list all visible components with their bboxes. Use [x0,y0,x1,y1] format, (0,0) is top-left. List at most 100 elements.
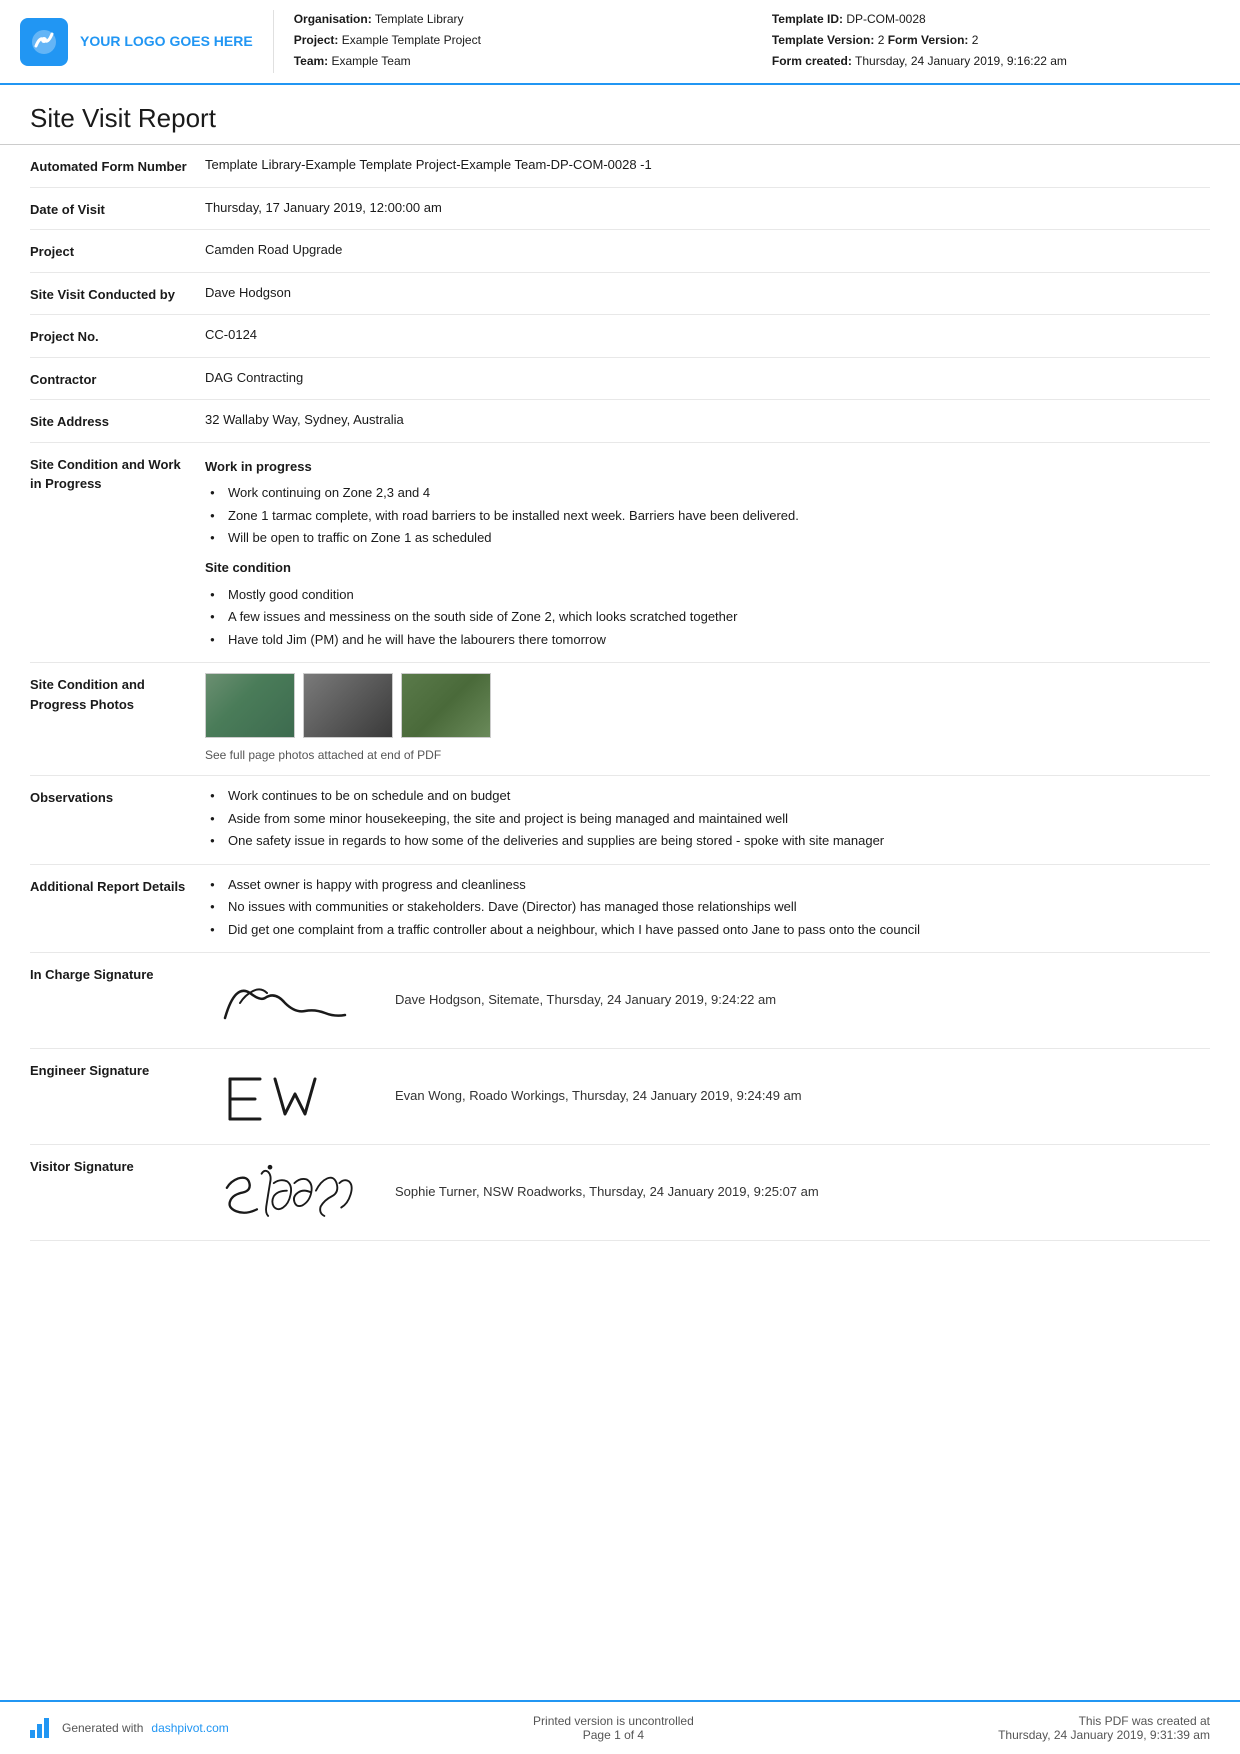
work-item-1: Work continuing on Zone 2,3 and 4 [210,483,1210,503]
site-address-value: 32 Wallaby Way, Sydney, Australia [205,410,1210,431]
engineer-signature-area: Evan Wong, Roado Workings, Thursday, 24 … [205,1059,1210,1134]
photos-row: Site Condition and Progress Photos See f… [30,663,1210,776]
header: YOUR LOGO GOES HERE Organisation: Templa… [0,0,1240,85]
site-condition-item-2: A few issues and messiness on the south … [210,607,1210,627]
footer-left: Generated with dashpivot.com [30,1718,229,1738]
engineer-signature-image [205,1059,365,1134]
footer-right: This PDF was created at Thursday, 24 Jan… [998,1714,1210,1742]
observations-list: Work continues to be on schedule and on … [205,786,1210,851]
observations-row: Observations Work continues to be on sch… [30,776,1210,865]
project-value: Camden Road Upgrade [205,240,1210,261]
site-condition-row: Site Condition and Work in Progress Work… [30,443,1210,664]
work-item-3: Will be open to traffic on Zone 1 as sch… [210,528,1210,548]
project-row: Project Camden Road Upgrade [30,230,1210,273]
page-title-section: Site Visit Report [0,85,1240,145]
visitor-signature-row: Visitor Signature [30,1145,1210,1241]
contractor-row: Contractor DAG Contracting [30,358,1210,401]
logo-text: YOUR LOGO GOES HERE [80,32,253,50]
logo-icon [20,18,68,66]
pdf-created-label: This PDF was created at [998,1714,1210,1728]
site-visit-conducted-row: Site Visit Conducted by Dave Hodgson [30,273,1210,316]
dashpivot-logo-icon [30,1718,54,1738]
photo-thumb-2 [303,673,393,738]
engineer-signature-label: Engineer Signature [30,1059,205,1081]
observation-item-3: One safety issue in regards to how some … [210,831,1210,851]
site-condition-heading: Site condition [205,558,1210,579]
generated-text: Generated with [62,1721,143,1735]
site-condition-value: Work in progress Work continuing on Zone… [205,453,1210,653]
automated-form-number-row: Automated Form Number Template Library-E… [30,145,1210,188]
footer: Generated with dashpivot.com Printed ver… [0,1700,1240,1754]
visitor-signature-value: Sophie Turner, NSW Roadworks, Thursday, … [205,1155,1210,1230]
engineer-signature-value: Evan Wong, Roado Workings, Thursday, 24 … [205,1059,1210,1134]
project-line: Project: Example Template Project [294,31,732,49]
page-title: Site Visit Report [30,103,1210,134]
photo-thumb-1 [205,673,295,738]
visitor-signature-image [205,1155,365,1230]
in-charge-signature-row: In Charge Signature Dave Hodgson, Sitema… [30,953,1210,1049]
pdf-created-value: Thursday, 24 January 2019, 9:31:39 am [998,1728,1210,1742]
work-item-2: Zone 1 tarmac complete, with road barrie… [210,506,1210,526]
site-visit-conducted-label: Site Visit Conducted by [30,283,205,305]
date-of-visit-value: Thursday, 17 January 2019, 12:00:00 am [205,198,1210,219]
in-charge-signature-image [205,963,365,1038]
work-in-progress-heading: Work in progress [205,457,1210,478]
in-charge-signature-label: In Charge Signature [30,963,205,985]
header-meta: Organisation: Template Library Project: … [273,10,1210,73]
in-charge-signature-text: Dave Hodgson, Sitemate, Thursday, 24 Jan… [395,990,1210,1011]
photos-caption: See full page photos attached at end of … [205,746,1210,765]
contractor-label: Contractor [30,368,205,390]
date-of-visit-row: Date of Visit Thursday, 17 January 2019,… [30,188,1210,231]
in-charge-signature-area: Dave Hodgson, Sitemate, Thursday, 24 Jan… [205,963,1210,1038]
photos-thumbnails [205,673,1210,738]
project-no-value: CC-0124 [205,325,1210,346]
contractor-value: DAG Contracting [205,368,1210,389]
header-col-left: Organisation: Template Library Project: … [294,10,732,73]
project-label: Project [30,240,205,262]
site-condition-item-3: Have told Jim (PM) and he will have the … [210,630,1210,650]
dashpivot-link[interactable]: dashpivot.com [151,1721,228,1735]
printed-text: Printed version is uncontrolled [533,1714,694,1728]
team-line: Team: Example Team [294,52,732,70]
template-id-line: Template ID: DP-COM-0028 [772,10,1210,28]
site-condition-label: Site Condition and Work in Progress [30,453,205,494]
site-condition-item-1: Mostly good condition [210,585,1210,605]
observation-item-1: Work continues to be on schedule and on … [210,786,1210,806]
footer-center: Printed version is uncontrolled Page 1 o… [533,1714,694,1742]
site-condition-items-list: Mostly good condition A few issues and m… [205,585,1210,650]
additional-report-row: Additional Report Details Asset owner is… [30,865,1210,954]
page-number: Page 1 of 4 [533,1728,694,1742]
observations-label: Observations [30,786,205,808]
additional-report-value: Asset owner is happy with progress and c… [205,875,1210,943]
in-charge-signature-value: Dave Hodgson, Sitemate, Thursday, 24 Jan… [205,963,1210,1038]
header-col-right: Template ID: DP-COM-0028 Template Versio… [772,10,1210,73]
site-address-row: Site Address 32 Wallaby Way, Sydney, Aus… [30,400,1210,443]
work-items-list: Work continuing on Zone 2,3 and 4 Zone 1… [205,483,1210,548]
logo-area: YOUR LOGO GOES HERE [20,10,253,73]
additional-item-2: No issues with communities or stakeholde… [210,897,1210,917]
additional-item-1: Asset owner is happy with progress and c… [210,875,1210,895]
date-of-visit-label: Date of Visit [30,198,205,220]
page: YOUR LOGO GOES HERE Organisation: Templa… [0,0,1240,1754]
visitor-signature-label: Visitor Signature [30,1155,205,1177]
additional-report-label: Additional Report Details [30,875,205,897]
project-no-row: Project No. CC-0124 [30,315,1210,358]
observation-item-2: Aside from some minor housekeeping, the … [210,809,1210,829]
automated-form-number-value: Template Library-Example Template Projec… [205,155,1210,176]
observations-value: Work continues to be on schedule and on … [205,786,1210,854]
automated-form-number-label: Automated Form Number [30,155,205,177]
content: Automated Form Number Template Library-E… [0,145,1240,1700]
engineer-signature-row: Engineer Signature [30,1049,1210,1145]
visitor-signature-area: Sophie Turner, NSW Roadworks, Thursday, … [205,1155,1210,1230]
additional-item-3: Did get one complaint from a traffic con… [210,920,1210,940]
site-address-label: Site Address [30,410,205,432]
form-created-line: Form created: Thursday, 24 January 2019,… [772,52,1210,70]
photo-thumb-3 [401,673,491,738]
org-line: Organisation: Template Library [294,10,732,28]
visitor-signature-text: Sophie Turner, NSW Roadworks, Thursday, … [395,1182,1210,1203]
version-line: Template Version: 2 Form Version: 2 [772,31,1210,49]
photos-value: See full page photos attached at end of … [205,673,1210,765]
engineer-signature-text: Evan Wong, Roado Workings, Thursday, 24 … [395,1086,1210,1107]
photos-label: Site Condition and Progress Photos [30,673,205,714]
project-no-label: Project No. [30,325,205,347]
